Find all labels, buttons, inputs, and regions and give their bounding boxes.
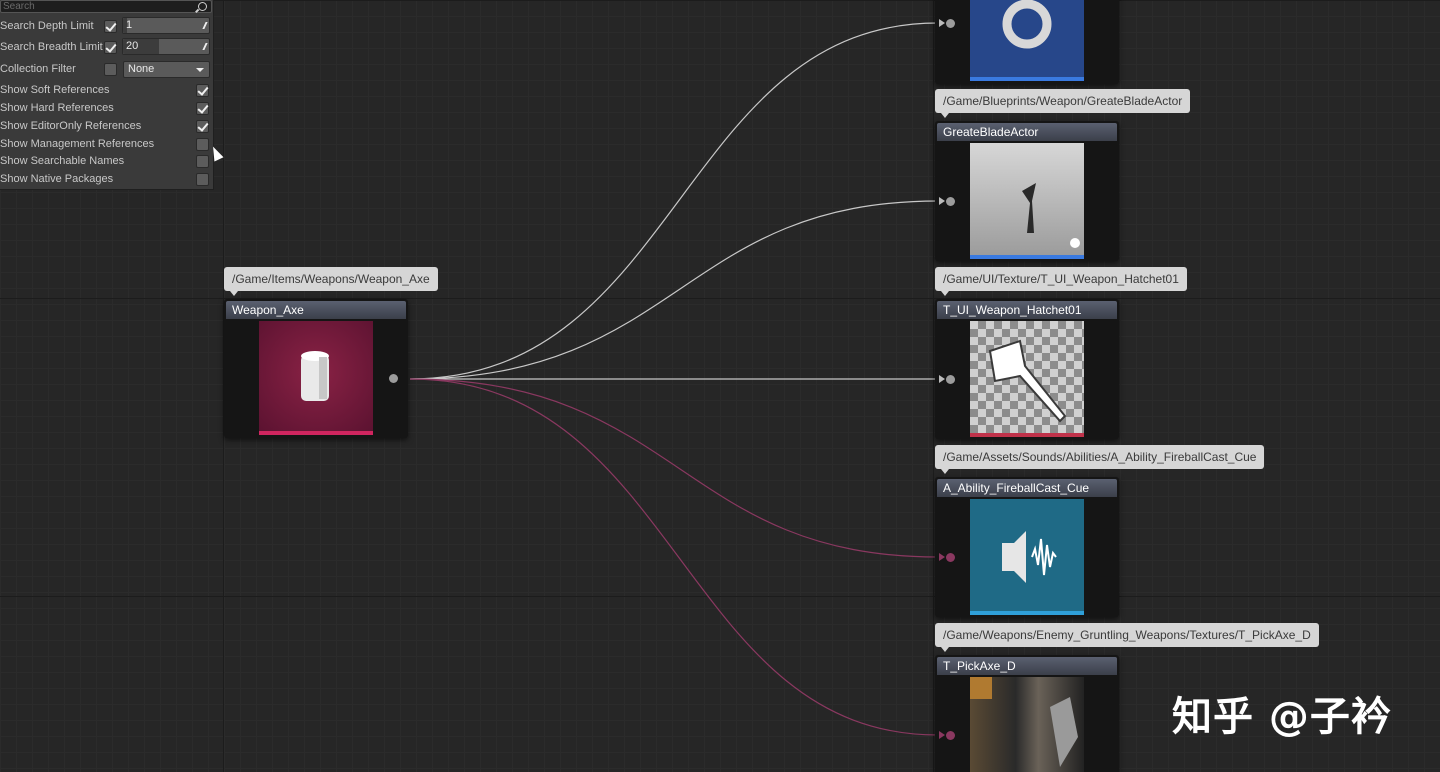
- reference-wires: [409, 22, 939, 736]
- asset-thumbnail: [970, 677, 1084, 772]
- source-node-path: /Game/Items/Weapons/Weapon_Axe: [224, 267, 438, 296]
- zhihu-watermark: 知乎 @子衿: [1172, 694, 1392, 740]
- target-node-t-ui-weapon-hatchet01[interactable]: T_UI_Weapon_Hatchet01: [935, 299, 1119, 439]
- search-breadth-value: 20: [126, 40, 139, 52]
- toggle-label: Show Hard References: [0, 102, 114, 114]
- search-depth-row: Search Depth Limit: [0, 18, 94, 34]
- asset-type-bar: [970, 611, 1084, 615]
- source-node-weapon-axe[interactable]: Weapon_Axe: [224, 299, 408, 438]
- input-pin-arrow-icon: [939, 197, 945, 205]
- asset-thumbnail: [970, 499, 1084, 615]
- node-title: Weapon_Axe: [226, 301, 406, 319]
- toggle-row: Show Soft References: [0, 82, 109, 98]
- target-node-path: /Game/Blueprints/Weapon/GreateBladeActor: [935, 89, 1191, 118]
- input-pin[interactable]: [946, 731, 955, 740]
- pickaxe-texture-icon: [970, 677, 1078, 767]
- toggle-label: Show Searchable Names: [0, 155, 125, 167]
- collection-filter-dropdown[interactable]: None: [123, 61, 210, 78]
- reference-viewer-settings-panel: Search Search Depth Limit 1 Search Bread…: [0, 0, 214, 190]
- input-pin[interactable]: [946, 375, 955, 384]
- input-pin-arrow-icon: [939, 553, 945, 561]
- toggle-label: Show Soft References: [0, 84, 110, 96]
- search-depth-value: 1: [126, 19, 133, 31]
- toggle-row: Show Searchable Names: [0, 153, 124, 169]
- toggle-row: Show Hard References: [0, 100, 114, 116]
- show-searchable-names-checkbox[interactable]: [196, 155, 209, 168]
- search-input[interactable]: Search: [0, 0, 212, 13]
- input-pin-arrow-icon: [939, 375, 945, 383]
- search-breadth-row: Search Breadth Limit: [0, 39, 103, 55]
- blueprint-character-icon: [1022, 183, 1080, 248]
- search-depth-label: Search Depth Limit: [0, 20, 94, 32]
- show-management-references-checkbox[interactable]: [196, 138, 209, 151]
- target-node-a-ability-fireballcast-cue[interactable]: A_Ability_FireballCast_Cue: [935, 477, 1119, 617]
- collection-filter-checkbox[interactable]: [104, 63, 117, 76]
- target-node-ring-asset[interactable]: [935, 0, 1119, 84]
- search-icon[interactable]: [198, 2, 207, 11]
- wire-to-fireball-cue: [409, 378, 939, 558]
- hatchet-texture-icon: [988, 339, 1067, 423]
- drag-handle-icon: [199, 43, 208, 50]
- target-node-path: /Game/UI/Texture/T_UI_Weapon_Hatchet01: [935, 267, 1187, 296]
- toggle-row: Show Native Packages: [0, 171, 113, 187]
- sound-cue-icon: [1002, 531, 1057, 583]
- collection-filter-row: Collection Filter: [0, 61, 76, 77]
- search-depth-input[interactable]: 1: [122, 17, 210, 34]
- show-native-packages-checkbox[interactable]: [196, 173, 209, 186]
- search-breadth-label: Search Breadth Limit: [0, 41, 103, 53]
- asset-thumbnail: [970, 321, 1084, 437]
- asset-thumbnail: [970, 0, 1084, 81]
- asset-type-bar: [970, 77, 1084, 81]
- collection-filter-value: None: [128, 63, 155, 75]
- wire-to-ring-asset: [409, 22, 939, 380]
- wire-to-pickaxe-texture: [409, 378, 939, 736]
- asset-type-bar: [259, 431, 373, 435]
- show-editoronly-references-checkbox[interactable]: [196, 120, 209, 133]
- input-pin-arrow-icon: [939, 731, 945, 739]
- target-node-path: /Game/Weapons/Enemy_Gruntling_Weapons/Te…: [935, 623, 1319, 652]
- show-hard-references-checkbox[interactable]: [196, 102, 209, 115]
- node-title: A_Ability_FireballCast_Cue: [937, 479, 1117, 497]
- asset-type-bar: [970, 433, 1084, 437]
- input-pin-arrow-icon: [939, 19, 945, 27]
- toggle-label: Show EditorOnly References: [0, 120, 142, 132]
- node-title: T_PickAxe_D: [937, 657, 1117, 675]
- toggle-label: Show Management References: [0, 138, 155, 150]
- input-pin[interactable]: [946, 553, 955, 562]
- asset-thumbnail: [259, 321, 373, 435]
- asset-type-bar: [970, 255, 1084, 259]
- target-node-path: /Game/Assets/Sounds/Abilities/A_Ability_…: [935, 445, 1265, 474]
- search-depth-checkbox[interactable]: [104, 20, 117, 33]
- toggle-label: Show Native Packages: [0, 173, 114, 185]
- chevron-down-icon: [196, 68, 204, 72]
- node-title: GreateBladeActor: [937, 123, 1117, 141]
- asset-thumbnail: [970, 143, 1084, 259]
- show-soft-references-checkbox[interactable]: [196, 84, 209, 97]
- drag-handle-icon: [199, 22, 208, 29]
- node-title: T_UI_Weapon_Hatchet01: [937, 301, 1117, 319]
- wire-to-greatebladeactor: [409, 200, 939, 380]
- toggle-row: Show Management References: [0, 136, 154, 152]
- search-breadth-checkbox[interactable]: [104, 41, 117, 54]
- input-pin[interactable]: [946, 197, 955, 206]
- search-breadth-input[interactable]: 20: [122, 38, 210, 55]
- target-node-greatebladeactor[interactable]: GreateBladeActor: [935, 121, 1119, 261]
- toggle-row: Show EditorOnly References: [0, 118, 141, 134]
- target-node-t-pickaxe-d[interactable]: T_PickAxe_D: [935, 655, 1119, 772]
- torus-mesh-icon: [1002, 0, 1052, 49]
- static-mesh-cylinder-icon: [301, 351, 329, 401]
- output-pin[interactable]: [389, 374, 398, 383]
- input-pin[interactable]: [946, 19, 955, 28]
- search-placeholder: Search: [3, 1, 35, 12]
- collection-filter-label: Collection Filter: [0, 63, 76, 75]
